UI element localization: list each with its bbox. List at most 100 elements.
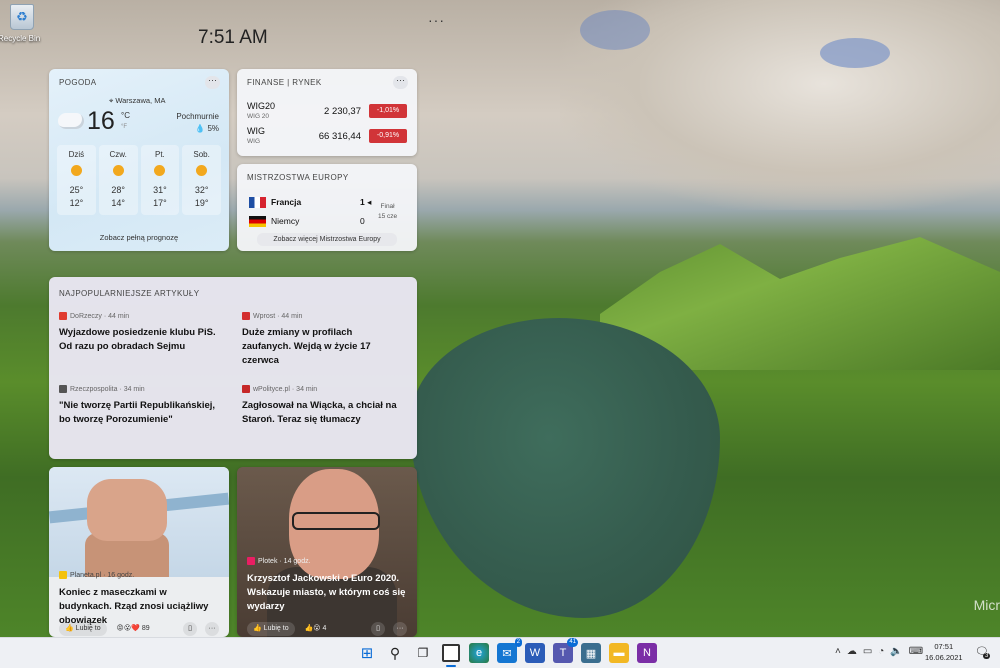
forecast-day[interactable]: Dziś 25° 12° [57, 145, 96, 215]
forecast-low: 12° [69, 198, 84, 208]
taskbar: ⊞ ⚲ ❐ e ✉ 2 W T 41 ▦ ▬ N ˄ ☁ ▭ ◔ 🔈 ⌨ 07:51… [0, 637, 1000, 668]
news-card[interactable]: Plotek · 14 godz. Krzysztof Jackowski o … [237, 467, 417, 637]
word-button[interactable]: W [525, 643, 545, 663]
france-flag-icon [249, 197, 266, 209]
like-button[interactable]: 👍 Lubię to [59, 622, 107, 636]
file-explorer-button[interactable]: ▬ [609, 643, 629, 663]
onenote-icon: N [643, 647, 651, 659]
mail-badge: 2 [514, 638, 522, 647]
edge-browser-button[interactable]: e [469, 643, 489, 663]
mail-icon: ✉ [502, 647, 512, 660]
forecast-day-name: Czw. [109, 150, 127, 159]
finance-title: FINANSE | RYNEK [247, 78, 322, 87]
reaction-emoji-icon: 😡😮❤️ [116, 625, 140, 632]
recycle-bin[interactable]: ♻ Recycle Bin [0, 4, 40, 43]
stock-change: -1,01% [369, 104, 407, 118]
germany-flag-icon [249, 216, 266, 228]
task-view-icon: ❐ [417, 646, 429, 660]
forecast-day-name: Sob. [193, 150, 210, 159]
reactions-count[interactable]: 😡😮❤️ 89 [117, 625, 150, 632]
edge-icon: e [475, 647, 483, 659]
euro-more-link[interactable]: Zobacz więcej Mistrzostwa Europy [257, 233, 397, 246]
forecast-high: 31° [153, 185, 167, 195]
news-source: Plotek · 14 godz. [247, 557, 311, 565]
forecast-day[interactable]: Czw. 28° 14° [98, 145, 138, 215]
forecast-day[interactable]: Sob. 32° 19° [182, 145, 221, 215]
windows-logo-icon: ⊞ [360, 645, 374, 662]
teams-button[interactable]: T 41 [553, 638, 578, 663]
clock-time: 07:51 [934, 642, 954, 651]
wifi-icon[interactable]: ◔ [878, 646, 884, 657]
onenote-button[interactable]: N [637, 643, 657, 663]
news-source: Planeta.pl · 16 godz. [59, 571, 134, 579]
article-item[interactable]: DoRzeczy · 44 min Wyjazdowe posiedzenie … [59, 312, 219, 354]
article-item[interactable]: Wprost · 44 min Duże zmiany w profilach … [242, 312, 402, 368]
task-view-button[interactable]: ❐ [413, 643, 433, 663]
display-icon[interactable]: ▭ [863, 646, 872, 657]
location-icon: ⌖ [109, 96, 114, 105]
calculator-icon: ▦ [585, 647, 597, 660]
recycle-bin-label: Recycle Bin [0, 34, 41, 43]
weather-location: ⌖ Warszawa, MA [109, 96, 165, 106]
like-button[interactable]: 👍 Lubię to [247, 622, 295, 636]
search-button[interactable]: ⚲ [385, 643, 405, 663]
sun-icon [112, 165, 124, 176]
article-item[interactable]: Rzeczpospolita · 34 min "Nie tworzę Part… [59, 385, 219, 427]
news-card[interactable]: Planeta.pl · 16 godz. Koniec z maseczkam… [49, 467, 229, 637]
weather-precip-value: 5% [207, 124, 219, 133]
source-logo-icon [59, 571, 67, 579]
article-source: wPolityce.pl · 34 min [242, 385, 402, 395]
fist-shape [87, 479, 167, 541]
taskbar-clock[interactable]: 07:51 16.06.2021 [925, 641, 963, 663]
forecast-day-name: Dziś [68, 150, 85, 159]
onedrive-icon[interactable]: ☁ [847, 646, 857, 657]
source-logo-icon [247, 557, 255, 565]
card-more-button[interactable]: ··· [205, 622, 219, 636]
finance-widget[interactable]: FINANSE | RYNEK ··· WIG20 WIG 20 2 230,3… [237, 69, 417, 156]
euro-widget[interactable]: MISTRZOSTWA EUROPY Francja 1 ◂ Niemcy 0 … [237, 164, 417, 251]
source-logo-icon [242, 312, 250, 320]
unit-celsius[interactable]: °C [121, 111, 130, 120]
mail-button[interactable]: ✉ 2 [497, 638, 522, 663]
stock-row[interactable]: WIG20 WIG 20 2 230,37 -1,01% [247, 101, 409, 125]
thumbs-up-icon: 👍 [65, 625, 74, 632]
article-item[interactable]: wPolityce.pl · 34 min Zagłosował na Wiąc… [242, 385, 402, 427]
start-button[interactable]: ⊞ [357, 643, 377, 663]
widgets-more-button[interactable]: ··· [428, 12, 445, 28]
stock-subtitle: WIG [247, 138, 260, 145]
news-actions: 👍 Lubię to 😡😮❤️ 89 ▯ ··· [59, 622, 221, 636]
full-forecast-link[interactable]: Zobacz pełną prognozę [49, 233, 229, 242]
calculator-button[interactable]: ▦ [581, 643, 601, 663]
keyboard-icon[interactable]: ⌨ [909, 646, 923, 657]
widgets-button[interactable] [441, 643, 461, 667]
article-source: Wprost · 44 min [242, 312, 402, 322]
weather-temperature: 16 [87, 107, 115, 135]
thumbs-up-icon: 👍 [253, 625, 262, 632]
sky-patch [820, 38, 890, 68]
save-icon[interactable]: ▯ [371, 622, 385, 636]
article-title: Zagłosował na Wiącka, a chciał na Staroń… [242, 400, 397, 425]
chevron-up-icon[interactable]: ˄ [835, 646, 841, 657]
finance-more-button[interactable]: ··· [393, 76, 408, 89]
forecast-low: 14° [111, 198, 125, 208]
reactions-count[interactable]: 👍😮 4 [305, 625, 327, 632]
team-germany: Niemcy [249, 216, 299, 228]
folder-icon: ▬ [613, 647, 625, 659]
weather-widget[interactable]: POGODA ··· ⌖ Warszawa, MA 16 °C °F Pochm… [49, 69, 229, 251]
volume-icon[interactable]: 🔈 [890, 646, 902, 657]
article-source: Rzeczpospolita · 34 min [59, 385, 219, 395]
unit-fahrenheit[interactable]: °F [121, 124, 127, 130]
team-score: 1 ◂ [360, 197, 372, 207]
article-title: Wyjazdowe posiedzenie klubu PiS. Od razu… [59, 327, 216, 352]
windows-watermark: Micr [973, 597, 1000, 613]
forecast-day[interactable]: Pt. 31° 17° [140, 145, 180, 215]
card-more-button[interactable]: ··· [393, 622, 407, 636]
news-title: Krzysztof Jackowski o Euro 2020. Wskazuj… [247, 573, 406, 612]
weather-more-button[interactable]: ··· [205, 76, 220, 89]
notification-badge: 3 [983, 653, 991, 659]
save-icon[interactable]: ▯ [183, 622, 197, 636]
crater-lake [410, 318, 720, 618]
articles-title: NAJPOPULARNIEJSZE ARTYKUŁY [59, 289, 200, 298]
article-title: Duże zmiany w profilach zaufanych. Wejdą… [242, 327, 371, 366]
stock-row[interactable]: WIG WIG 66 316,44 -0,91% [247, 126, 409, 150]
